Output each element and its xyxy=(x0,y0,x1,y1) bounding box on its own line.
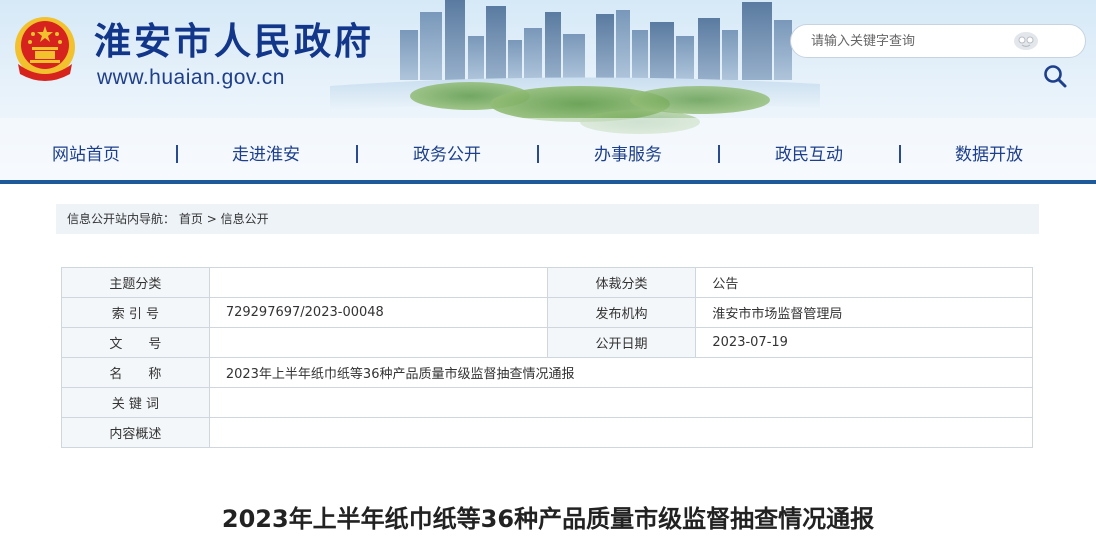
value-publish-date: 2023-07-19 xyxy=(695,327,1033,358)
nav-underline-bar xyxy=(0,180,1096,184)
value-subject-category xyxy=(208,267,548,298)
label-index-number: 索 引 号 xyxy=(61,297,210,328)
table-row: 关 键 词 xyxy=(61,387,1034,418)
site-url: www.huaian.gov.cn xyxy=(97,66,285,89)
value-genre-category: 公告 xyxy=(695,267,1033,298)
nav-item-open-data[interactable]: 数据开放 xyxy=(955,143,1023,167)
nav-item-services[interactable]: 办事服务 xyxy=(594,143,662,167)
breadcrumb-prefix: 信息公开站内导航： xyxy=(67,212,176,226)
label-document-number: 文 号 xyxy=(61,327,210,358)
label-subject-category: 主题分类 xyxy=(61,267,210,298)
main-nav: 网站首页 走进淮安 政务公开 办事服务 政民互动 数据开放 xyxy=(0,137,1096,175)
search-input[interactable] xyxy=(811,31,1011,51)
nav-separator xyxy=(537,145,539,163)
national-emblem-icon xyxy=(15,17,75,81)
value-keywords xyxy=(208,387,1034,418)
breadcrumb-home-link[interactable]: 首页 xyxy=(179,212,203,226)
value-document-number xyxy=(208,327,548,358)
nav-separator xyxy=(718,145,720,163)
site-title: 淮安市人民政府 xyxy=(94,20,374,63)
document-info-table: 主题分类 体裁分类 公告 索 引 号 729297697/2023-00048 … xyxy=(61,267,1034,448)
table-row: 内容概述 xyxy=(61,417,1034,448)
nav-separator xyxy=(176,145,178,163)
label-genre-category: 体裁分类 xyxy=(546,267,697,298)
label-publisher: 发布机构 xyxy=(546,297,697,328)
label-keywords: 关 键 词 xyxy=(61,387,210,418)
search-box xyxy=(790,24,1086,58)
value-summary xyxy=(208,417,1034,448)
label-name: 名 称 xyxy=(61,357,210,388)
nav-item-interaction[interactable]: 政民互动 xyxy=(775,143,843,167)
site-header: 淮安市人民政府 www.huaian.gov.cn 网站首页 走进淮安 政务公开… xyxy=(0,0,1096,184)
value-publisher: 淮安市市场监督管理局 xyxy=(695,297,1033,328)
nav-separator xyxy=(356,145,358,163)
nav-separator xyxy=(899,145,901,163)
nav-item-government-affairs[interactable]: 政务公开 xyxy=(413,143,481,167)
nav-item-home[interactable]: 网站首页 xyxy=(52,143,120,167)
breadcrumb-current-link[interactable]: 信息公开 xyxy=(221,212,269,226)
article-title: 2023年上半年纸巾纸等36种产品质量市级监督抽查情况通报 xyxy=(221,505,875,533)
accessibility-icon[interactable] xyxy=(1013,31,1039,51)
label-summary: 内容概述 xyxy=(61,417,210,448)
label-publish-date: 公开日期 xyxy=(546,327,697,358)
value-index-number: 729297697/2023-00048 xyxy=(208,297,548,328)
nav-item-about-huaian[interactable]: 走进淮安 xyxy=(232,143,300,167)
breadcrumb: 信息公开站内导航： 首页 > 信息公开 xyxy=(56,204,1039,234)
search-icon[interactable] xyxy=(1043,64,1067,88)
breadcrumb-arrow: > xyxy=(206,212,217,226)
table-row: 索 引 号 729297697/2023-00048 发布机构 淮安市市场监督管… xyxy=(61,297,1033,328)
table-row: 主题分类 体裁分类 公告 xyxy=(61,267,1033,298)
value-name: 2023年上半年纸巾纸等36种产品质量市级监督抽查情况通报 xyxy=(208,357,1034,388)
table-row: 名 称 2023年上半年纸巾纸等36种产品质量市级监督抽查情况通报 xyxy=(61,357,1034,388)
table-row: 文 号 公开日期 2023-07-19 xyxy=(61,327,1033,358)
